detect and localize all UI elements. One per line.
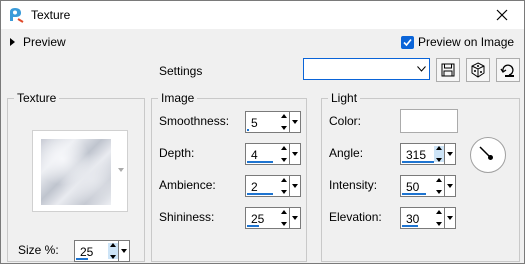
intensity-slider-bar[interactable] <box>402 193 426 195</box>
spin-updown-icon[interactable] <box>434 178 444 194</box>
spin-dropdown-icon[interactable] <box>444 176 455 196</box>
ambience-slider-bar[interactable] <box>247 193 273 195</box>
depth-slider-bar[interactable] <box>247 161 273 163</box>
settings-preset-dropdown[interactable] <box>303 58 430 80</box>
close-button[interactable] <box>480 1 524 29</box>
shininess-spinbox[interactable]: 25 <box>245 207 301 229</box>
depth-label: Depth: <box>159 146 195 160</box>
angle-spinbox[interactable]: 315 <box>400 143 456 165</box>
spin-dropdown-icon[interactable] <box>444 144 455 164</box>
preview-expander[interactable]: Preview <box>10 35 66 49</box>
ambience-value[interactable]: 2 <box>251 180 258 194</box>
size-label: Size %: <box>18 243 59 257</box>
elevation-slider-bar[interactable] <box>402 225 418 227</box>
texture-group: Texture Size %: 25 <box>7 91 145 262</box>
smoothness-label: Smoothness: <box>159 114 230 128</box>
spin-dropdown-icon[interactable] <box>118 241 129 261</box>
preview-on-image-checkbox[interactable]: Preview on Image <box>401 35 514 49</box>
size-value[interactable]: 25 <box>80 245 93 259</box>
spin-dropdown-icon[interactable] <box>444 208 455 228</box>
settings-label: Settings <box>159 64 203 78</box>
spin-updown-icon[interactable] <box>279 178 289 194</box>
elevation-spinbox[interactable]: 30 <box>400 207 456 229</box>
reset-button[interactable] <box>496 58 520 82</box>
spin-dropdown-icon[interactable] <box>289 176 300 196</box>
spin-updown-icon[interactable] <box>279 114 289 130</box>
checkbox-checked-icon <box>401 35 414 49</box>
randomize-button[interactable] <box>466 58 490 82</box>
angle-label: Angle: <box>329 146 364 160</box>
size-slider-bar[interactable] <box>76 258 88 260</box>
dice-icon <box>471 62 485 78</box>
save-icon <box>441 63 455 77</box>
angle-dial-icon <box>479 146 493 160</box>
preview-label: Preview <box>23 35 66 49</box>
texture-group-label: Texture <box>14 91 60 105</box>
paint-app-icon <box>10 8 24 23</box>
spin-updown-icon[interactable] <box>434 210 444 226</box>
ambience-spinbox[interactable]: 2 <box>245 175 301 197</box>
preview-on-image-label: Preview on Image <box>418 35 515 49</box>
title-bar: Texture <box>1 1 524 29</box>
chevron-down-icon <box>413 59 429 79</box>
intensity-label: Intensity: <box>329 178 378 192</box>
spin-dropdown-icon[interactable] <box>289 208 300 228</box>
depth-value[interactable]: 4 <box>251 148 258 162</box>
texture-dialog: Texture Preview Preview on Image Setting… <box>0 0 525 264</box>
light-group-label: Light <box>328 91 361 105</box>
spin-dropdown-icon[interactable] <box>289 112 300 132</box>
texture-thumbnail <box>41 139 111 205</box>
spin-updown-icon[interactable] <box>434 146 444 162</box>
texture-swatch-picker[interactable] <box>32 130 128 212</box>
intensity-spinbox[interactable]: 50 <box>400 175 456 197</box>
smoothness-spinbox[interactable]: 5 <box>245 111 301 133</box>
spin-dropdown-icon[interactable] <box>289 144 300 164</box>
intensity-value[interactable]: 50 <box>406 180 419 194</box>
reset-icon <box>500 64 514 77</box>
depth-spinbox[interactable]: 4 <box>245 143 301 165</box>
angle-value[interactable]: 315 <box>406 148 426 162</box>
shininess-slider-bar[interactable] <box>247 225 259 227</box>
color-label: Color: <box>329 114 362 128</box>
image-group: Image Smoothness: 5 Depth: 4 Ambience: 2… <box>151 91 307 262</box>
smoothness-value[interactable]: 5 <box>251 116 258 130</box>
expand-arrow-icon <box>10 38 15 46</box>
spin-updown-icon[interactable] <box>108 243 118 259</box>
size-spinbox[interactable]: 25 <box>74 240 130 262</box>
chevron-down-icon <box>118 168 124 172</box>
shininess-label: Shininess: <box>159 210 215 224</box>
angle-slider-bar[interactable] <box>402 161 434 163</box>
settings-row: Settings <box>1 57 524 87</box>
spin-updown-icon[interactable] <box>279 210 289 226</box>
save-preset-button[interactable] <box>436 58 460 82</box>
shininess-value[interactable]: 25 <box>251 212 264 226</box>
elevation-value[interactable]: 30 <box>406 212 419 226</box>
preview-bar: Preview Preview on Image <box>1 29 524 55</box>
elevation-label: Elevation: <box>329 210 382 224</box>
ambience-label: Ambience: <box>159 178 216 192</box>
image-group-label: Image <box>158 91 198 105</box>
window-title: Texture <box>31 8 71 22</box>
light-color-swatch[interactable] <box>400 109 458 133</box>
spin-updown-icon[interactable] <box>279 146 289 162</box>
close-icon <box>496 9 508 21</box>
light-group: Light Color: Angle: 315 Intensity: 50 El… <box>321 91 520 262</box>
smoothness-slider-bar[interactable] <box>247 129 249 131</box>
angle-dial[interactable] <box>470 137 506 173</box>
